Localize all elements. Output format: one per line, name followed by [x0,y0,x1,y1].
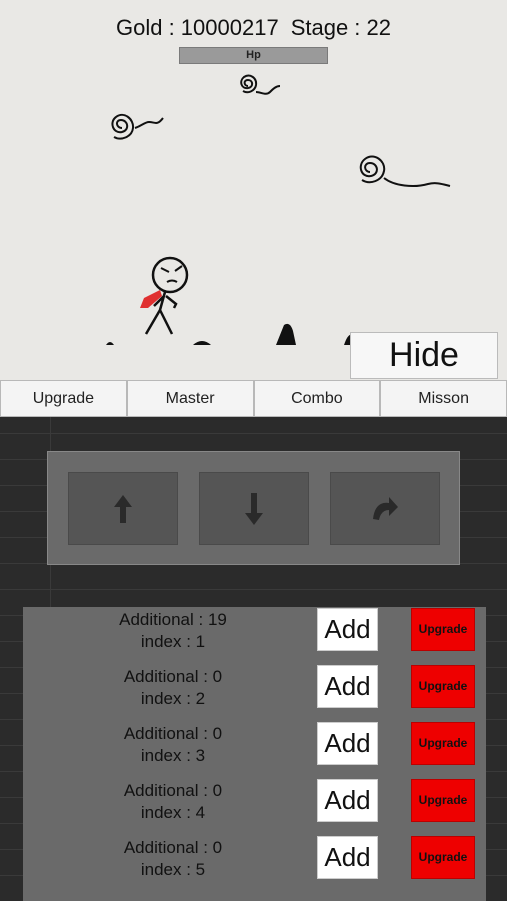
swirl-enemy [111,113,164,140]
swirl-enemy [359,155,451,187]
combo-panel: Additional : 19 index : 1 Add Upgrade Ad… [0,417,507,901]
ground-rocks [106,323,354,345]
combo-input-box [47,451,460,565]
additional-label: Additional : 0 [123,838,223,857]
add-button[interactable]: Add [317,665,378,708]
game-scene: Gold : 10000217 Stage : 22 Hp Hide [0,0,507,380]
list-item: Additional : 19 index : 1 Add Upgrade [23,607,486,664]
list-item: Additional : 0 index : 4 Add Upgrade [23,778,486,835]
swirl-enemy [240,74,281,95]
upgrade-button[interactable]: Upgrade [411,722,475,765]
additional-label: Additional : 19 [119,610,227,629]
red-scarf [140,290,162,308]
list-item: Additional : 0 index : 2 Add Upgrade [23,664,486,721]
upgrade-button[interactable]: Upgrade [411,608,475,651]
index-label: index : 5 [140,860,206,879]
additional-label: Additional : 0 [123,781,223,800]
additional-label: Additional : 0 [123,724,223,743]
upgrade-button[interactable]: Upgrade [411,779,475,822]
scene-drawing [106,74,451,345]
tab-bar: Upgrade Master Combo Misson [0,380,507,417]
list-item: Additional : 0 index : 3 Add Upgrade [23,721,486,778]
arrow-rotate-icon [373,496,398,520]
tab-combo[interactable]: Combo [253,380,381,417]
down-button[interactable] [199,472,309,545]
add-button[interactable]: Add [317,608,378,651]
row-info: Additional : 19 index : 1 [93,609,253,653]
tab-upgrade[interactable]: Upgrade [0,380,127,417]
additional-label: Additional : 0 [123,667,223,686]
row-info: Additional : 0 index : 4 [93,780,253,824]
tab-master[interactable]: Master [126,380,254,417]
row-info: Additional : 0 index : 3 [93,723,253,767]
list-item: Additional : 0 index : 5 Add Upgrade [23,835,486,892]
index-label: index : 2 [140,689,206,708]
arrow-down-icon [245,492,263,525]
add-button[interactable]: Add [317,722,378,765]
tab-misson[interactable]: Misson [380,380,507,417]
arrow-up-icon [114,494,132,523]
add-button[interactable]: Add [317,836,378,879]
upgrade-button[interactable]: Upgrade [411,665,475,708]
upgrade-button[interactable]: Upgrade [411,836,475,879]
index-label: index : 3 [140,746,206,765]
add-button[interactable]: Add [317,779,378,822]
row-info: Additional : 0 index : 2 [93,666,253,710]
up-button[interactable] [68,472,178,545]
rotate-button[interactable] [330,472,440,545]
upgrade-list: Additional : 19 index : 1 Add Upgrade Ad… [23,607,486,901]
hide-button[interactable]: Hide [350,332,498,379]
row-info: Additional : 0 index : 5 [93,837,253,881]
index-label: index : 1 [140,632,206,651]
index-label: index : 4 [140,803,206,822]
